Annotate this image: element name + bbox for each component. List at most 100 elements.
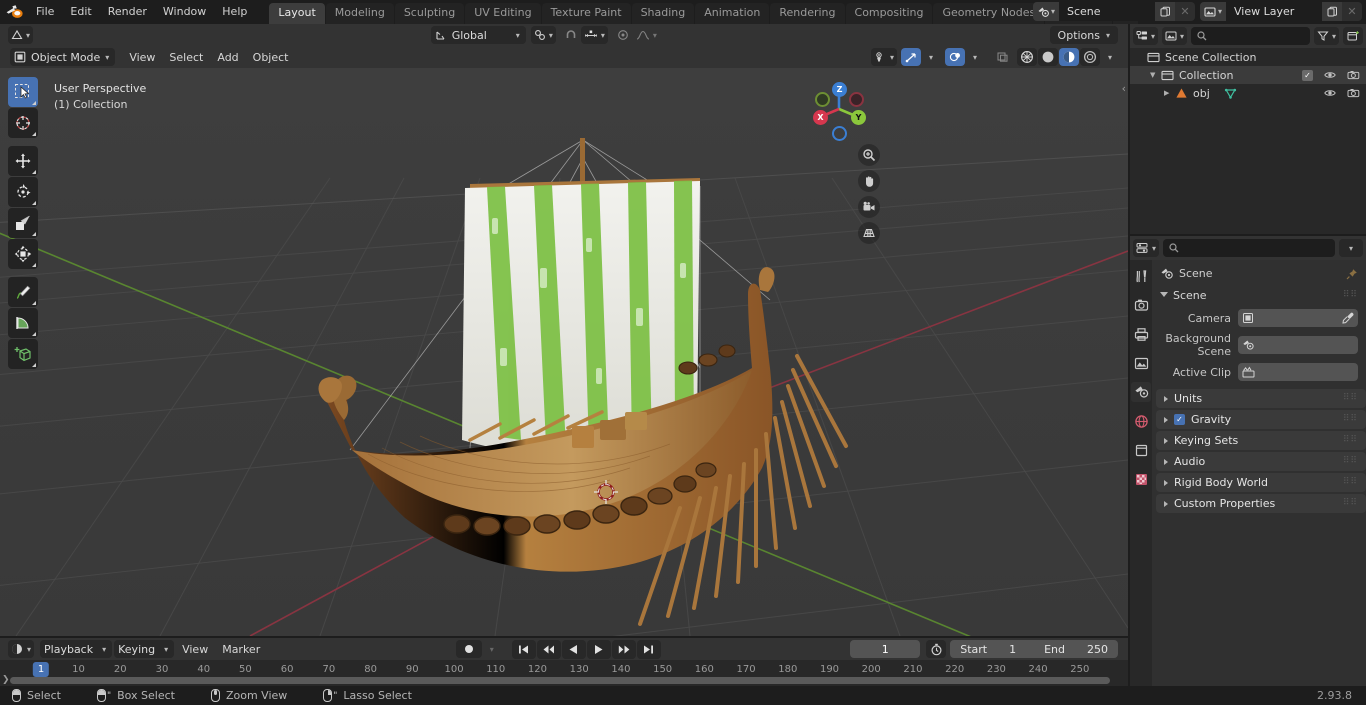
timeline-expand-icon[interactable]: ❯ [2, 675, 10, 685]
remove-view-layer-icon[interactable]: ✕ [1342, 2, 1362, 21]
outliner-row-scene-collection[interactable]: Scene Collection [1130, 48, 1366, 66]
shading-mode-material-preview[interactable] [1059, 48, 1079, 66]
tweak-select-tool[interactable] [8, 77, 38, 107]
field-input[interactable] [1238, 309, 1358, 327]
proportional-edit-icon[interactable] [613, 26, 633, 44]
properties-options-icon[interactable]: ▾ [1339, 239, 1363, 257]
panel-rigid-body-world[interactable]: Rigid Body World ⠿⠿ [1156, 473, 1366, 492]
outliner-display-mode-icon[interactable]: ▾ [1162, 27, 1188, 45]
eyedropper-icon[interactable] [1342, 312, 1354, 324]
zoom-icon[interactable] [858, 144, 880, 166]
transform-tool[interactable] [8, 239, 38, 269]
viewport-sidebar-toggle[interactable]: ‹ [1122, 82, 1126, 95]
overlay-options-icon[interactable]: ▾ [965, 48, 985, 66]
workspace-tab-animation[interactable]: Animation [695, 3, 770, 24]
timeline-menu-playback[interactable]: Playback ▾ [40, 640, 113, 658]
jump-prev-keyframe-button[interactable] [536, 639, 561, 659]
measure-tool[interactable] [8, 308, 38, 338]
3d-viewport[interactable]: User Perspective (1) Collection Z Y X ‹ [0, 68, 1128, 636]
viewport-menu-view[interactable]: View [123, 48, 161, 66]
gizmo-axis-z[interactable]: Z [832, 82, 847, 97]
render-tab[interactable] [1131, 295, 1151, 315]
collection-checkbox[interactable]: ✓ [1302, 69, 1313, 81]
pin-icon[interactable] [1346, 268, 1358, 280]
outliner-editor-type-icon[interactable]: ▾ [1133, 27, 1159, 45]
show-overlays-icon[interactable] [945, 48, 965, 66]
workspace-tab-layout[interactable]: Layout [269, 3, 325, 24]
rotate-tool[interactable] [8, 177, 38, 207]
viking-ship-model[interactable] [0, 68, 1128, 636]
editor-type-icon[interactable]: ▾ [8, 26, 34, 44]
xray-toggle-icon[interactable] [992, 48, 1012, 66]
camera-icon[interactable] [858, 196, 880, 218]
unlink-scene-icon[interactable]: ✕ [1175, 2, 1195, 21]
playhead[interactable]: 1 [32, 662, 50, 677]
panel-audio[interactable]: Audio ⠿⠿ [1156, 452, 1366, 471]
menu-render[interactable]: Render [100, 3, 155, 21]
panel-units[interactable]: Units ⠿⠿ [1156, 389, 1366, 408]
move-tool[interactable] [8, 146, 38, 176]
field-input[interactable] [1238, 363, 1358, 381]
menu-window[interactable]: Window [155, 3, 214, 21]
hide-in-viewport-icon[interactable] [1324, 69, 1336, 81]
frame-range-fields[interactable]: Start 1 End 250 [950, 640, 1119, 658]
texture-tab[interactable] [1131, 469, 1151, 489]
gizmo-axis-neg-x[interactable] [849, 92, 864, 107]
annotate-tool[interactable] [8, 277, 38, 307]
panel-checkbox[interactable]: ✓ [1174, 414, 1185, 425]
workspace-tab-rendering[interactable]: Rendering [770, 3, 845, 24]
panel-keying-sets[interactable]: Keying Sets ⠿⠿ [1156, 431, 1366, 450]
keying-popover-icon[interactable]: ▾ [482, 640, 502, 658]
outliner-row-collection[interactable]: ▼ Collection ✓ [1130, 66, 1366, 84]
gizmo-axis-neg-y[interactable] [815, 92, 830, 107]
workspace-tab-shading[interactable]: Shading [631, 3, 695, 24]
mesh-data-icon[interactable] [1224, 87, 1237, 100]
gizmo-axis-y[interactable]: Y [851, 110, 866, 125]
workspace-tab-sculpting[interactable]: Sculpting [394, 3, 465, 24]
menu-edit[interactable]: Edit [62, 3, 99, 21]
disable-in-renders-icon[interactable] [1347, 87, 1360, 99]
workspace-tab-texture-paint[interactable]: Texture Paint [541, 3, 631, 24]
workspace-tab-modeling[interactable]: Modeling [325, 3, 394, 24]
new-collection-icon[interactable] [1343, 27, 1363, 45]
add-cube-tool[interactable] [8, 339, 38, 369]
workspace-tab-geometry-nodes[interactable]: Geometry Nodes [933, 3, 1045, 24]
panel-custom-properties[interactable]: Custom Properties ⠿⠿ [1156, 494, 1366, 513]
scene-panel-header[interactable]: Scene ⠿⠿ [1152, 286, 1366, 305]
viewport-menu-add[interactable]: Add [211, 48, 244, 66]
gizmo-axis-x[interactable]: X [813, 110, 828, 125]
shading-mode-wireframe[interactable] [1017, 48, 1037, 66]
record-icon[interactable] [455, 640, 482, 658]
field-input[interactable] [1238, 336, 1358, 354]
timeline-editor-type-icon[interactable]: ▾ [8, 640, 35, 658]
workspace-tab-compositing[interactable]: Compositing [845, 3, 933, 24]
proportional-falloff-icon[interactable]: ▾ [633, 26, 660, 44]
view-layer-icon[interactable]: ▾ [1200, 2, 1226, 21]
navigation-gizmo[interactable]: Z Y X [808, 78, 870, 141]
transform-orientation-dropdown[interactable]: Global ▾ [430, 26, 526, 44]
cursor-tool[interactable] [8, 108, 38, 138]
scene-selector[interactable]: ▾ Scene ✕ [1033, 2, 1195, 21]
gizmo-options-icon[interactable]: ▾ [921, 48, 941, 66]
play-button[interactable] [586, 639, 611, 659]
gizmo-axis-neg-z[interactable] [832, 126, 847, 141]
options-dropdown[interactable]: Options ▾ [1049, 26, 1119, 44]
view-layer-selector[interactable]: ▾ View Layer ✕ [1200, 2, 1362, 21]
snap-target-icon[interactable]: ▾ [530, 26, 556, 44]
shading-options-icon[interactable]: ▾ [1100, 48, 1120, 66]
shading-mode-rendered[interactable] [1080, 48, 1100, 66]
jump-to-start-button[interactable] [511, 639, 536, 659]
viewport-menu-object[interactable]: Object [247, 48, 295, 66]
view-layer-tab[interactable] [1131, 353, 1151, 373]
timeline-menu-keying[interactable]: Keying ▾ [114, 640, 175, 658]
menu-file[interactable]: File [28, 3, 62, 21]
viewport-menu-select[interactable]: Select [163, 48, 209, 66]
outliner-row-obj[interactable]: ▶ obj [1130, 84, 1366, 102]
output-tab[interactable] [1131, 324, 1151, 344]
object-mode-dropdown[interactable]: Object Mode ▾ [10, 48, 116, 66]
object-tab[interactable] [1131, 440, 1151, 460]
workspace-tab-uv-editing[interactable]: UV Editing [465, 3, 541, 24]
object-type-visibility-icon[interactable]: ▾ [870, 48, 897, 66]
view-layer-name[interactable]: View Layer [1226, 2, 1322, 21]
pan-hand-icon[interactable] [858, 170, 880, 192]
